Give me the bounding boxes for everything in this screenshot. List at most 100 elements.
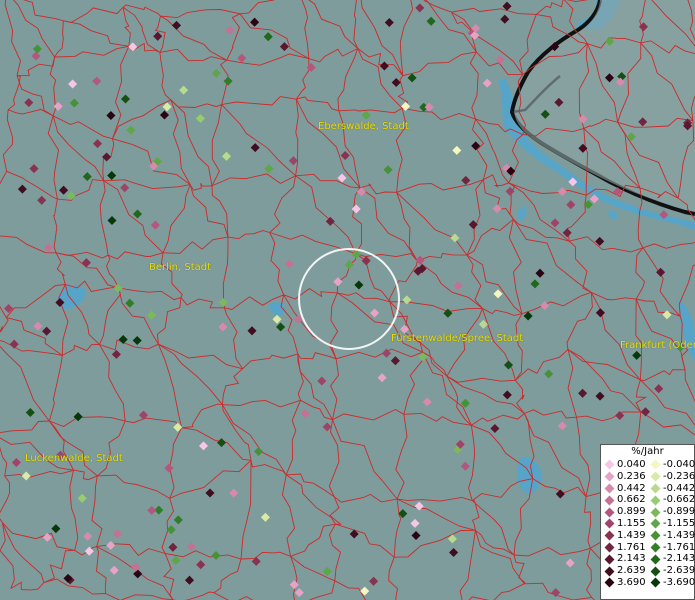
measurement-point[interactable] — [502, 390, 512, 400]
map-view[interactable]: Eberswalde, Stadt Berlin, Stadt Fürstenw… — [0, 0, 695, 600]
measurement-point[interactable] — [555, 489, 565, 499]
measurement-point[interactable] — [500, 14, 510, 24]
measurement-point[interactable] — [184, 575, 195, 585]
measurement-point[interactable] — [59, 185, 69, 195]
measurement-point[interactable] — [250, 17, 260, 27]
measurement-point[interactable] — [565, 558, 575, 568]
measurement-point[interactable] — [535, 268, 545, 278]
measurement-point[interactable] — [43, 243, 53, 253]
measurement-point[interactable] — [361, 256, 371, 266]
measurement-point[interactable] — [82, 172, 92, 182]
measurement-point[interactable] — [379, 61, 389, 71]
measurement-point[interactable] — [211, 68, 221, 78]
measurement-point[interactable] — [66, 191, 76, 201]
measurement-point[interactable] — [132, 335, 142, 346]
measurement-point[interactable] — [247, 326, 257, 336]
measurement-point[interactable] — [322, 566, 332, 577]
measurement-point[interactable] — [284, 259, 294, 269]
measurement-point[interactable] — [300, 409, 310, 419]
measurement-point[interactable] — [159, 110, 170, 120]
measurement-point[interactable] — [112, 529, 122, 539]
measurement-point[interactable] — [272, 314, 282, 324]
measurement-point[interactable] — [493, 289, 503, 299]
measurement-point[interactable] — [24, 98, 34, 108]
measurement-point[interactable] — [317, 376, 327, 386]
measurement-point[interactable] — [530, 279, 540, 289]
measurement-point[interactable] — [253, 446, 264, 457]
measurement-point[interactable] — [492, 204, 502, 214]
measurement-point[interactable] — [391, 77, 401, 88]
measurement-point[interactable] — [640, 407, 651, 417]
measurement-point[interactable] — [306, 62, 316, 73]
measurement-point[interactable] — [131, 562, 141, 572]
measurement-point[interactable] — [125, 298, 135, 308]
measurement-point[interactable] — [482, 78, 492, 88]
measurement-point[interactable] — [369, 576, 379, 586]
measurement-point[interactable] — [229, 488, 239, 498]
measurement-point[interactable] — [128, 42, 138, 52]
measurement-point[interactable] — [216, 438, 227, 448]
measurement-point[interactable] — [147, 505, 157, 515]
measurement-point[interactable] — [68, 79, 78, 89]
measurement-point[interactable] — [566, 200, 576, 210]
measurement-point[interactable] — [223, 76, 233, 86]
measurement-point[interactable] — [276, 322, 286, 332]
measurement-point[interactable] — [9, 339, 19, 349]
measurement-point[interactable] — [544, 369, 554, 379]
measurement-point[interactable] — [162, 102, 172, 112]
measurement-point[interactable] — [407, 73, 417, 83]
measurement-point[interactable] — [106, 540, 116, 550]
measurement-point[interactable] — [126, 125, 136, 135]
measurement-point[interactable] — [11, 457, 21, 468]
measurement-point[interactable] — [361, 110, 371, 120]
measurement-point[interactable] — [471, 141, 481, 151]
measurement-point[interactable] — [195, 113, 205, 124]
measurement-point[interactable] — [279, 42, 289, 52]
measurement-point[interactable] — [360, 586, 370, 596]
measurement-point[interactable] — [557, 421, 567, 431]
measurement-point[interactable] — [107, 170, 117, 181]
measurement-point[interactable] — [31, 51, 41, 61]
measurement-point[interactable] — [351, 249, 361, 259]
measurement-point[interactable] — [120, 183, 130, 193]
measurement-point[interactable] — [111, 349, 121, 359]
measurement-point[interactable] — [92, 139, 103, 149]
measurement-point[interactable] — [225, 25, 235, 35]
measurement-point[interactable] — [449, 547, 459, 558]
measurement-point[interactable] — [106, 110, 116, 121]
measurement-point[interactable] — [237, 53, 247, 63]
measurement-point[interactable] — [337, 173, 347, 183]
measurement-point[interactable] — [25, 407, 35, 418]
measurement-point[interactable] — [92, 76, 102, 86]
measurement-point[interactable] — [150, 220, 160, 230]
measurement-point[interactable] — [77, 493, 87, 503]
measurement-point[interactable] — [69, 98, 79, 108]
measurement-point[interactable] — [37, 195, 47, 205]
measurement-point[interactable] — [356, 187, 366, 197]
measurement-point[interactable] — [109, 565, 119, 575]
measurement-point[interactable] — [452, 145, 462, 155]
measurement-point[interactable] — [81, 258, 91, 268]
measurement-point[interactable] — [118, 334, 128, 345]
measurement-point[interactable] — [173, 515, 183, 525]
measurement-point[interactable] — [171, 20, 182, 30]
measurement-point[interactable] — [354, 280, 364, 290]
measurement-point[interactable] — [21, 471, 31, 481]
measurement-point[interactable] — [550, 218, 560, 228]
measurement-point[interactable] — [264, 164, 274, 174]
measurement-point[interactable] — [377, 373, 387, 383]
measurement-point[interactable] — [632, 350, 642, 360]
measurement-point[interactable] — [198, 441, 209, 451]
measurement-point[interactable] — [322, 422, 332, 432]
measurement-point[interactable] — [186, 542, 196, 552]
measurement-point[interactable] — [461, 175, 471, 185]
measurement-point[interactable] — [51, 524, 61, 534]
measurement-point[interactable] — [410, 518, 420, 528]
measurement-point[interactable] — [147, 310, 157, 320]
measurement-point[interactable] — [333, 277, 343, 287]
measurement-point[interactable] — [179, 85, 189, 95]
measurement-point[interactable] — [221, 151, 232, 161]
measurement-point[interactable] — [120, 94, 131, 104]
measurement-point[interactable] — [402, 295, 412, 305]
measurement-point[interactable] — [166, 525, 176, 535]
